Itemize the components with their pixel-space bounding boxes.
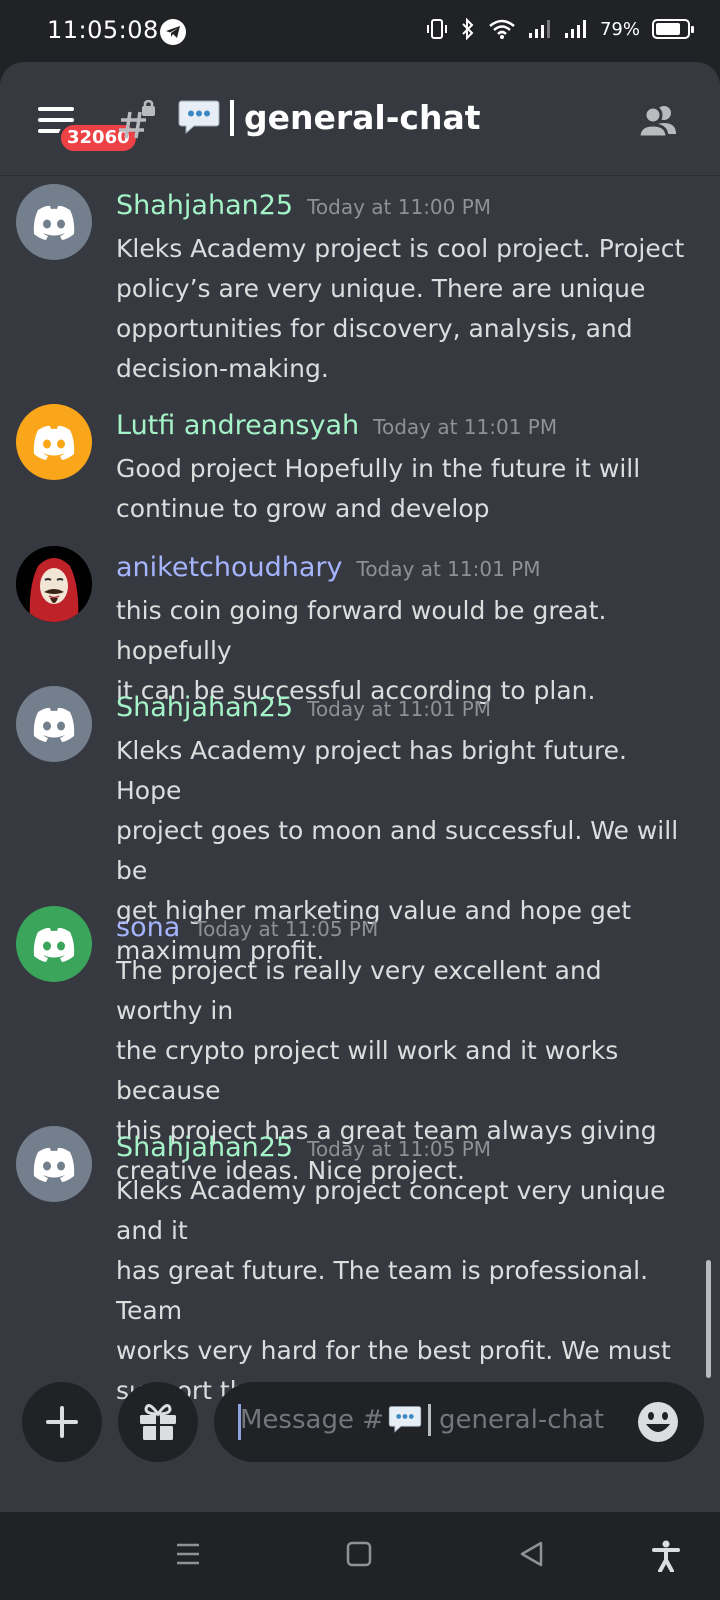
accessibility-icon[interactable] bbox=[652, 1540, 680, 1572]
back-icon[interactable] bbox=[518, 1540, 546, 1568]
message-input[interactable]: Message # general-chat bbox=[214, 1382, 704, 1462]
message-timestamp: Today at 11:05 PM bbox=[307, 1137, 492, 1161]
avatar[interactable] bbox=[16, 906, 92, 982]
user-photo-icon bbox=[16, 546, 92, 622]
discord-logo-icon bbox=[33, 1147, 75, 1182]
speech-bubble-icon bbox=[388, 1406, 422, 1433]
avatar[interactable] bbox=[16, 686, 92, 762]
discord-logo-icon bbox=[33, 927, 75, 962]
message-timestamp: Today at 11:01 PM bbox=[356, 557, 541, 581]
channel-panel: 32060 general-chat Shahjahan25 Today at … bbox=[0, 62, 720, 1512]
input-placeholder: Message # general-chat bbox=[240, 1404, 604, 1436]
placeholder-divider bbox=[428, 1404, 432, 1436]
home-icon[interactable] bbox=[345, 1540, 373, 1568]
vibrate-icon bbox=[426, 19, 447, 39]
message-text: Kleks Academy project is cool project. P… bbox=[116, 234, 685, 383]
system-nav-bar bbox=[0, 1512, 720, 1600]
members-icon[interactable] bbox=[636, 102, 682, 142]
message-composer: Message # general-chat bbox=[0, 1382, 720, 1472]
speech-bubble-icon bbox=[178, 100, 220, 134]
message-timestamp: Today at 11:00 PM bbox=[307, 195, 492, 219]
message-author[interactable]: Shahjahan25 bbox=[116, 692, 293, 723]
discord-logo-icon bbox=[33, 205, 75, 240]
signal-icon bbox=[564, 20, 586, 38]
telegram-icon bbox=[160, 19, 186, 45]
gift-button[interactable] bbox=[118, 1382, 198, 1462]
signal-icon bbox=[528, 20, 550, 38]
gift-icon bbox=[140, 1404, 176, 1440]
message-author[interactable]: aniketchoudhary bbox=[116, 552, 343, 583]
channel-name: general-chat bbox=[244, 98, 481, 137]
message-author[interactable]: sona bbox=[116, 912, 180, 943]
emoji-icon[interactable] bbox=[636, 1400, 680, 1444]
battery-percent: 79% bbox=[599, 18, 640, 40]
locked-hash-icon bbox=[119, 100, 155, 139]
plus-icon bbox=[46, 1406, 78, 1438]
avatar[interactable] bbox=[16, 546, 92, 622]
status-time: 11:05:08 bbox=[47, 16, 159, 44]
scrollbar[interactable] bbox=[706, 1260, 711, 1378]
recents-icon[interactable] bbox=[174, 1540, 202, 1568]
title-divider bbox=[230, 99, 234, 136]
message-author[interactable]: Shahjahan25 bbox=[116, 1132, 293, 1163]
wifi-icon bbox=[489, 19, 515, 39]
message-text: Kleks Academy project concept very uniqu… bbox=[116, 1176, 671, 1405]
placeholder-prefix: Message # bbox=[240, 1405, 385, 1435]
discord-logo-icon bbox=[33, 707, 75, 742]
message-author[interactable]: Lutfi andreansyah bbox=[116, 410, 359, 441]
avatar[interactable] bbox=[16, 184, 92, 260]
attach-button[interactable] bbox=[22, 1382, 102, 1462]
channel-title[interactable]: general-chat bbox=[178, 98, 481, 137]
battery-icon bbox=[652, 19, 694, 39]
bluetooth-icon bbox=[462, 18, 474, 40]
message-timestamp: Today at 11:01 PM bbox=[373, 415, 558, 439]
discord-logo-icon bbox=[33, 425, 75, 460]
status-bar: 11:05:08 79% bbox=[0, 0, 720, 62]
avatar[interactable] bbox=[16, 1126, 92, 1202]
message-timestamp: Today at 11:05 PM bbox=[194, 917, 379, 941]
message-timestamp: Today at 11:01 PM bbox=[307, 697, 492, 721]
avatar[interactable] bbox=[16, 404, 92, 480]
placeholder-channel: general-chat bbox=[439, 1405, 605, 1435]
message-author[interactable]: Shahjahan25 bbox=[116, 190, 293, 221]
channel-header: 32060 general-chat bbox=[0, 62, 720, 176]
status-icons: 79% bbox=[426, 18, 694, 40]
message-text: Good project Hopefully in the future it … bbox=[116, 454, 641, 523]
